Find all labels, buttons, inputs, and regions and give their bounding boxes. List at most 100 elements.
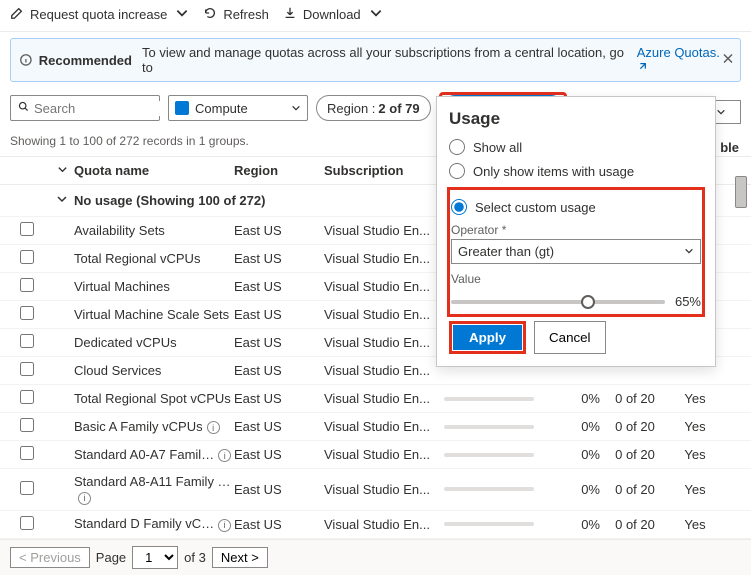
region-filter[interactable]: Region : 2 of 79 [316, 95, 431, 121]
subscription-cell: Visual Studio En... [324, 223, 444, 238]
row-checkbox[interactable] [20, 481, 34, 495]
azure-quotas-link[interactable]: Azure Quotas. [637, 45, 732, 75]
subscription-cell: Visual Studio En... [324, 363, 444, 378]
row-checkbox[interactable] [20, 278, 34, 292]
radio-custom-usage[interactable]: Select custom usage [451, 199, 701, 215]
col-region[interactable]: Region [234, 163, 324, 178]
group-collapse-toggle[interactable] [50, 193, 74, 208]
row-checkbox[interactable] [20, 334, 34, 348]
refresh-button[interactable]: Refresh [203, 6, 269, 23]
apply-highlight: Apply [449, 321, 526, 354]
toolbar: Request quota increase Refresh Download [0, 0, 751, 32]
subscription-cell: Visual Studio En... [324, 447, 444, 462]
cancel-button[interactable]: Cancel [534, 321, 606, 354]
quota-name-cell[interactable]: Standard A8-A11 Family …i [74, 474, 234, 505]
usage-percent: 0% [554, 419, 600, 434]
provider-value: Compute [195, 101, 285, 116]
region-cell: East US [234, 279, 324, 294]
subscription-cell: Visual Studio En... [324, 307, 444, 322]
quota-name-cell[interactable]: Cloud Services [74, 363, 234, 378]
subscription-cell: Visual Studio En... [324, 251, 444, 266]
pager: < Previous Page 1 of 3 Next > [0, 539, 751, 575]
region-cell: East US [234, 391, 324, 406]
quota-value: 0 of 20 [600, 517, 670, 532]
next-button[interactable]: Next > [212, 547, 268, 568]
row-checkbox[interactable] [20, 222, 34, 236]
recommended-bar: Recommended To view and manage quotas ac… [10, 38, 741, 82]
previous-button[interactable]: < Previous [10, 547, 90, 568]
pencil-icon [10, 6, 24, 23]
page-label: Page [96, 550, 126, 565]
quota-name-cell[interactable]: Standard A0-A7 Famil…i [74, 447, 234, 463]
operator-value: Greater than (gt) [458, 244, 554, 259]
chevron-down-icon [291, 101, 301, 116]
quota-name-cell[interactable]: Basic A Family vCPUsi [74, 419, 234, 435]
download-label: Download [303, 7, 361, 22]
quota-name-cell[interactable]: Dedicated vCPUs [74, 335, 234, 350]
download-icon [283, 6, 297, 23]
region-cell: East US [234, 419, 324, 434]
row-checkbox[interactable] [20, 390, 34, 404]
row-checkbox[interactable] [20, 362, 34, 376]
quota-name-cell[interactable]: Standard D Family vC…i [74, 516, 234, 532]
col-quota-name[interactable]: Quota name [74, 163, 234, 178]
usage-bar [444, 453, 534, 457]
radio-show-all[interactable]: Show all [449, 139, 703, 155]
quota-value: 0 of 20 [600, 482, 670, 497]
request-quota-increase-button[interactable]: Request quota increase [10, 6, 189, 23]
adjustable-value: Yes [670, 517, 720, 532]
operator-select[interactable]: Greater than (gt) [451, 239, 701, 264]
adjustable-header-fragment: ble [720, 140, 739, 155]
info-icon[interactable]: i [218, 449, 231, 462]
value-slider[interactable] [451, 300, 665, 304]
subscription-cell: Visual Studio En... [324, 482, 444, 497]
table-row: Standard A0-A7 Famil…iEast USVisual Stud… [0, 441, 751, 469]
request-quota-label: Request quota increase [30, 7, 167, 22]
quota-name-cell[interactable]: Virtual Machine Scale Sets [74, 307, 234, 322]
operator-label: Operator * [451, 223, 701, 237]
value-percent: 65% [675, 294, 701, 309]
subscription-cell: Visual Studio En... [324, 335, 444, 350]
usage-percent: 0% [554, 517, 600, 532]
quota-name-cell[interactable]: Availability Sets [74, 223, 234, 238]
usage-percent: 0% [554, 482, 600, 497]
quota-name-cell[interactable]: Virtual Machines [74, 279, 234, 294]
info-icon[interactable]: i [78, 492, 91, 505]
info-icon[interactable]: i [207, 421, 220, 434]
scrollbar-thumb[interactable] [735, 176, 747, 208]
row-checkbox[interactable] [20, 418, 34, 432]
quota-name-cell[interactable]: Total Regional Spot vCPUs [74, 391, 234, 406]
recommended-label: Recommended [39, 53, 132, 68]
region-cell: East US [234, 363, 324, 378]
value-label: Value [451, 272, 701, 286]
row-checkbox[interactable] [20, 516, 34, 530]
close-icon[interactable] [722, 53, 734, 68]
page-select[interactable]: 1 [132, 546, 178, 569]
provider-select[interactable]: Compute [168, 95, 308, 121]
download-button[interactable]: Download [283, 6, 383, 23]
info-icon[interactable]: i [218, 519, 231, 532]
search-box[interactable] [10, 95, 160, 121]
row-checkbox[interactable] [20, 446, 34, 460]
custom-usage-highlight: Select custom usage Operator * Greater t… [447, 187, 705, 317]
quota-value: 0 of 20 [600, 391, 670, 406]
row-checkbox[interactable] [20, 250, 34, 264]
usage-percent: 0% [554, 391, 600, 406]
refresh-icon [203, 6, 217, 23]
quota-value: 0 of 20 [600, 447, 670, 462]
expand-all-toggle[interactable] [50, 163, 74, 178]
quota-name-cell[interactable]: Total Regional vCPUs [74, 251, 234, 266]
row-checkbox[interactable] [20, 306, 34, 320]
table-row: Basic A Family vCPUsiEast USVisual Studi… [0, 413, 751, 441]
radio-only-usage[interactable]: Only show items with usage [449, 163, 703, 179]
region-cell: East US [234, 223, 324, 238]
col-subscription[interactable]: Subscription [324, 163, 444, 178]
usage-bar [444, 397, 534, 401]
region-cell: East US [234, 517, 324, 532]
usage-bar [444, 487, 534, 491]
recommended-text: To view and manage quotas across all you… [142, 45, 631, 75]
apply-button[interactable]: Apply [453, 325, 522, 350]
refresh-label: Refresh [223, 7, 269, 22]
group-label: No usage (Showing 100 of 272) [74, 193, 265, 208]
adjustable-value: Yes [670, 419, 720, 434]
